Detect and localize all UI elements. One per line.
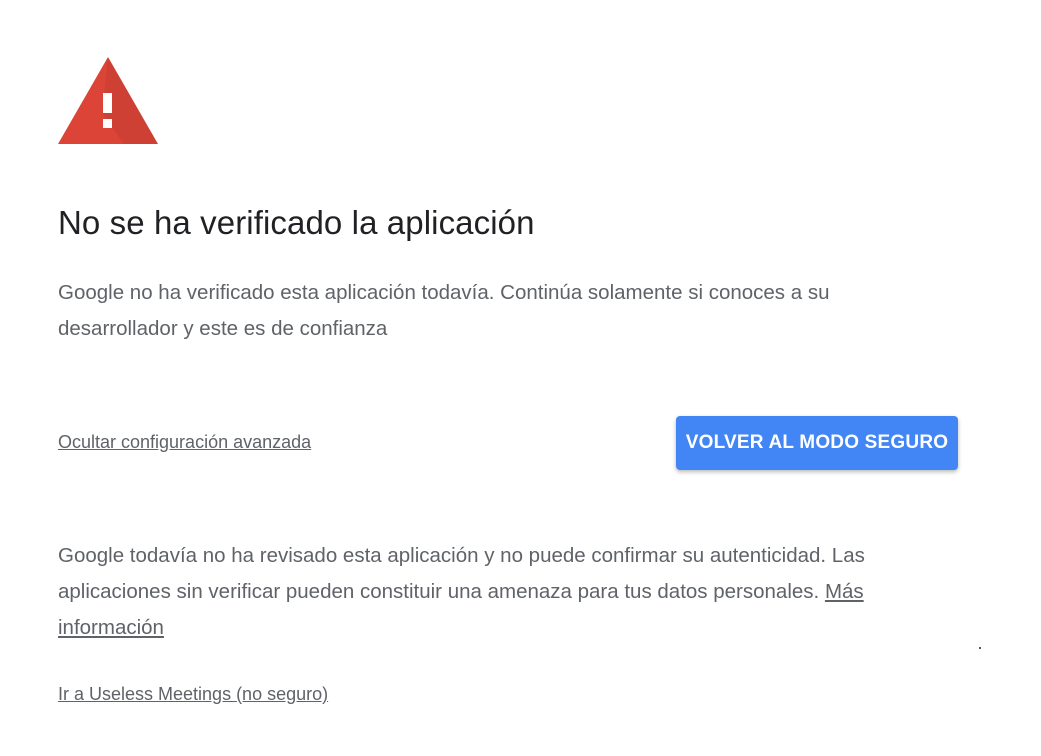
details-text: Google todavía no ha revisado esta aplic… xyxy=(58,538,958,646)
warning-triangle-icon xyxy=(58,57,158,144)
back-to-safety-button[interactable]: VOLVER AL MODO SEGURO xyxy=(676,416,958,470)
intro-text: Google no ha verificado esta aplicación … xyxy=(58,281,830,340)
unverified-app-warning-page: No se ha verificado la aplicación Google… xyxy=(0,0,1041,756)
details-body: Google todavía no ha revisado esta aplic… xyxy=(58,544,865,603)
proceed-unsafe-link[interactable]: Ir a Useless Meetings (no seguro) xyxy=(58,684,328,705)
hide-advanced-link[interactable]: Ocultar configuración avanzada xyxy=(58,432,311,453)
stray-dot xyxy=(979,647,981,649)
page-title: No se ha verificado la aplicación xyxy=(58,204,535,241)
